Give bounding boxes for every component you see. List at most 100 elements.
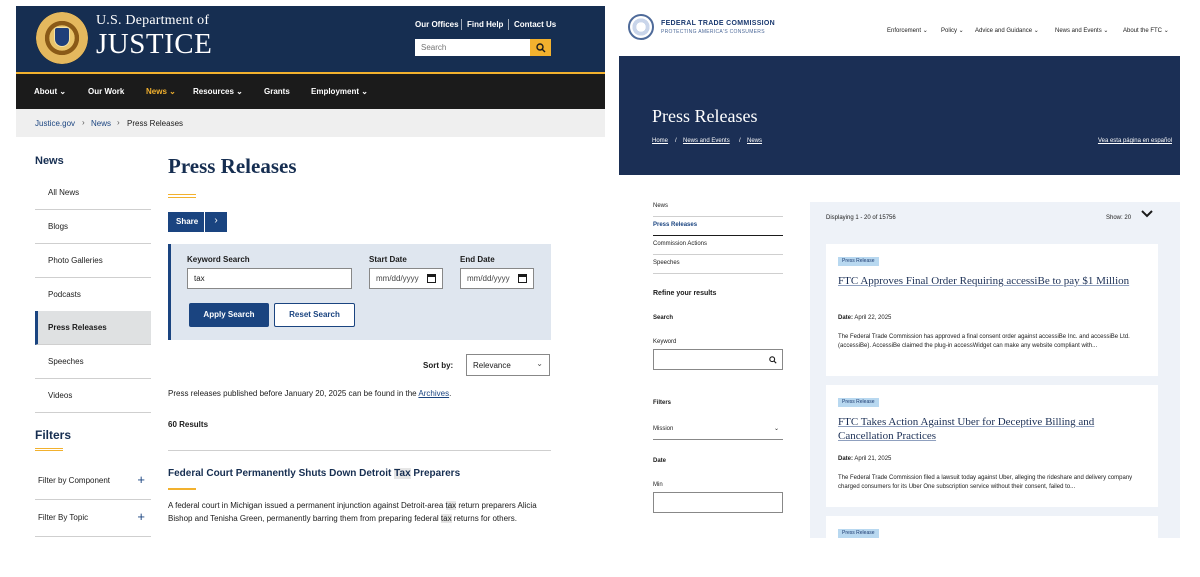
- article-title-link[interactable]: Federal Court Permanently Shuts Down Det…: [168, 468, 460, 479]
- chevron-right-icon[interactable]: ›: [205, 212, 227, 232]
- ftc-seal-logo[interactable]: [628, 14, 654, 40]
- breadcrumb-news[interactable]: News: [747, 138, 762, 144]
- breadcrumb-separator: ›: [117, 118, 120, 127]
- end-date-input[interactable]: mm/dd/yyyy: [460, 268, 534, 289]
- share-button[interactable]: Share: [168, 212, 204, 232]
- search-highlight: Tax: [394, 468, 411, 479]
- keyword-search-input[interactable]: tax: [187, 268, 352, 289]
- find-help-link[interactable]: Find Help: [467, 20, 503, 29]
- article-underline: [168, 488, 196, 490]
- press-release-card: Press Release: [826, 516, 1158, 538]
- nav-advice-guidance[interactable]: Advice and Guidance ⌄: [975, 27, 1039, 34]
- nav-employment[interactable]: Employment ⌄: [311, 87, 368, 96]
- apply-search-button[interactable]: Apply Search: [189, 303, 269, 327]
- filters-underline: [35, 448, 63, 451]
- card-date: Date: April 21, 2025: [838, 456, 891, 462]
- doj-title[interactable]: JUSTICE: [96, 28, 212, 61]
- nav-resources[interactable]: Resources ⌄: [193, 87, 243, 96]
- results-count: 60 Results: [168, 420, 209, 429]
- card-summary: The Federal Trade Commission filed a law…: [838, 475, 1133, 490]
- doj-search-button[interactable]: [530, 39, 551, 56]
- ftc-tagline: PROTECTING AMERICA'S CONSUMERS: [661, 29, 765, 35]
- calendar-icon[interactable]: [518, 274, 527, 283]
- page-title: Press Releases: [168, 154, 297, 178]
- results-count: Displaying 1 - 20 of 15756: [826, 215, 896, 221]
- sidebar-item-blogs[interactable]: Blogs: [35, 210, 151, 244]
- ftc-hero: Press Releases Home / News and Events / …: [619, 56, 1180, 175]
- ftc-panel: FEDERAL TRADE COMMISSION PROTECTING AMER…: [619, 6, 1181, 538]
- press-release-badge: Press Release: [838, 398, 879, 407]
- end-date-label: End Date: [460, 255, 495, 264]
- date-placeholder: mm/dd/yyyy: [467, 274, 510, 283]
- keyword-label: Keyword: [653, 339, 677, 345]
- breadcrumb-separator: /: [675, 138, 677, 144]
- sidebar-item-podcasts[interactable]: Podcasts: [35, 278, 151, 312]
- breadcrumb-home[interactable]: Justice.gov: [35, 119, 75, 128]
- plus-icon[interactable]: +: [137, 472, 145, 487]
- sidebar-item-commission-actions[interactable]: Commission Actions: [653, 236, 783, 255]
- search-highlight: tax: [440, 514, 452, 523]
- breadcrumb: Justice.gov › News › Press Releases: [16, 109, 605, 137]
- search-icon[interactable]: [769, 356, 777, 364]
- show-label: Show:: [1106, 215, 1123, 221]
- start-date-input[interactable]: mm/dd/yyyy: [369, 268, 443, 289]
- keyword-search-label: Keyword Search: [187, 255, 250, 264]
- nav-about-ftc[interactable]: About the FTC ⌄: [1123, 27, 1169, 34]
- doj-search-input[interactable]: [415, 39, 530, 56]
- nav-news-events[interactable]: News and Events ⌄: [1055, 27, 1108, 34]
- search-form: Keyword Search tax Start Date mm/dd/yyyy…: [168, 244, 551, 340]
- date-label: Date:: [838, 315, 854, 321]
- spanish-version-link[interactable]: Vea esta página en español: [1098, 138, 1172, 144]
- card-title-link[interactable]: FTC Takes Action Against Uber for Decept…: [838, 415, 1138, 443]
- nav-policy[interactable]: Policy ⌄: [941, 27, 964, 34]
- doj-seal-logo[interactable]: [36, 12, 88, 64]
- keyword-input[interactable]: [653, 349, 783, 370]
- ftc-name[interactable]: FEDERAL TRADE COMMISSION: [661, 20, 775, 27]
- sidebar-item-press-releases[interactable]: Press Releases: [35, 311, 151, 345]
- card-date: Date: April 22, 2025: [838, 315, 891, 321]
- filter-label: Filter by Component: [38, 476, 111, 485]
- nav-about[interactable]: About ⌄: [34, 87, 66, 96]
- sidebar-item-press-releases[interactable]: Press Releases: [653, 217, 783, 236]
- contact-us-link[interactable]: Contact Us: [514, 20, 556, 29]
- sidebar-title: News: [35, 155, 64, 167]
- filter-by-topic[interactable]: Filter By Topic +: [35, 501, 151, 537]
- sidebar-item-photo-galleries[interactable]: Photo Galleries: [35, 244, 151, 278]
- archives-link[interactable]: Archives: [418, 389, 449, 398]
- our-offices-link[interactable]: Our Offices: [415, 20, 459, 29]
- breadcrumb-news-events[interactable]: News and Events: [683, 138, 730, 144]
- filters-title: Filters: [35, 428, 72, 442]
- sidebar-item-videos[interactable]: Videos: [35, 379, 151, 413]
- sidebar-item-news[interactable]: News: [653, 198, 783, 217]
- show-per-page[interactable]: Show: 20: [1106, 215, 1131, 221]
- reset-search-button[interactable]: Reset Search: [274, 303, 355, 327]
- search-highlight: tax: [445, 501, 457, 510]
- nav-our-work[interactable]: Our Work: [88, 87, 124, 96]
- plus-icon[interactable]: +: [137, 509, 145, 524]
- sidebar-item-speeches[interactable]: Speeches: [653, 255, 783, 274]
- mission-select[interactable]: Mission ⌄: [653, 426, 783, 440]
- breadcrumb-news[interactable]: News: [91, 119, 111, 128]
- sort-label: Sort by:: [423, 361, 454, 370]
- sidebar-item-speeches[interactable]: Speeches: [35, 345, 151, 379]
- min-date-input[interactable]: [653, 492, 783, 513]
- nav-enforcement[interactable]: Enforcement ⌄: [887, 27, 928, 34]
- sort-select[interactable]: Relevance ⌄: [466, 354, 550, 376]
- article-title-text: Preparers: [410, 468, 461, 479]
- calendar-icon[interactable]: [427, 274, 436, 283]
- filter-by-component[interactable]: Filter by Component +: [35, 464, 151, 500]
- chevron-down-icon: ⌄: [773, 426, 779, 432]
- sidebar-item-all-news[interactable]: All News: [35, 176, 151, 210]
- date-placeholder: mm/dd/yyyy: [376, 274, 419, 283]
- nav-grants[interactable]: Grants: [264, 87, 290, 96]
- mission-value: Mission: [653, 426, 674, 432]
- title-underline: [168, 194, 196, 198]
- breadcrumb-home[interactable]: Home: [652, 138, 668, 144]
- sort-value: Relevance: [473, 361, 511, 370]
- chevron-down-icon[interactable]: [1141, 210, 1153, 218]
- nav-news[interactable]: News ⌄: [146, 87, 176, 96]
- filter-label: Filter By Topic: [38, 513, 89, 522]
- article-title-text: Federal Court Permanently Shuts Down Det…: [168, 468, 395, 479]
- card-title-link[interactable]: FTC Approves Final Order Requiring acces…: [838, 274, 1138, 288]
- filters-label: Filters: [653, 400, 672, 406]
